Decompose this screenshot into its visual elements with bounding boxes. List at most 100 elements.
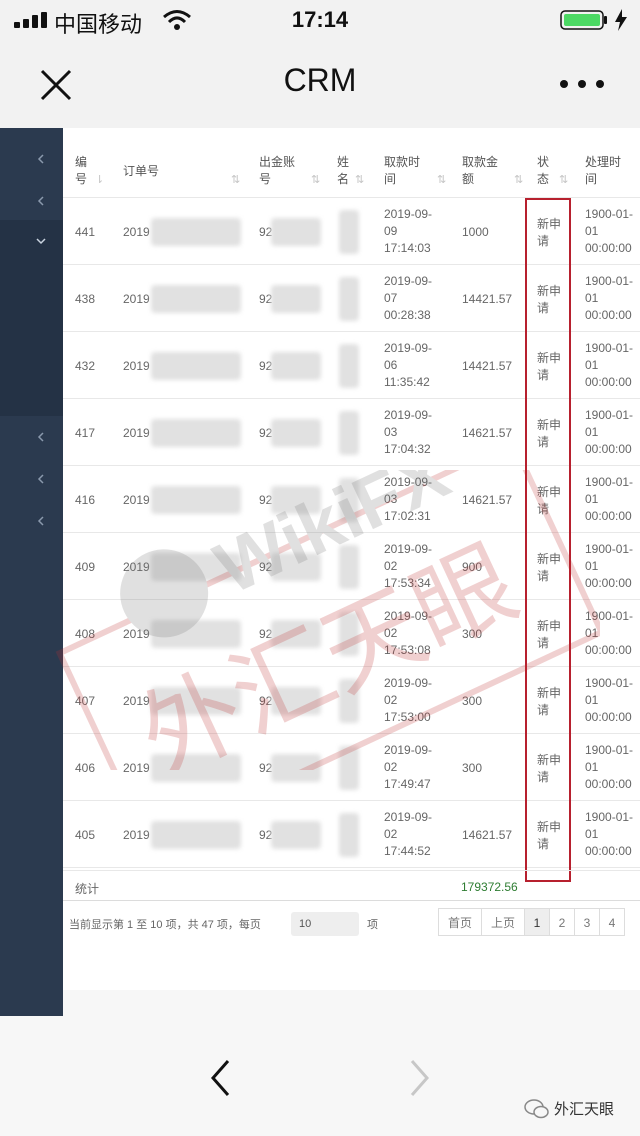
col-header-amount[interactable]: 取款金 额: [462, 154, 498, 188]
col-header-account[interactable]: 出金账 号: [259, 154, 295, 188]
cell-process-line: 00:00:00: [585, 308, 632, 322]
cell-process-line: 1900-01-: [585, 743, 634, 757]
redacted-block: [339, 210, 359, 254]
first-page-button[interactable]: 首页: [438, 908, 482, 936]
cell-process-line: 1900-01-: [585, 341, 634, 355]
cell-process-line: 1900-01-: [585, 676, 634, 690]
page-button-2[interactable]: 2: [549, 908, 575, 936]
cell-id: 432: [75, 359, 96, 373]
redacted-block: [271, 285, 321, 313]
pager-unit: 项: [367, 919, 378, 931]
redacted-block: [339, 411, 359, 455]
cell-time-line: 02: [384, 760, 398, 774]
cell-time-line: 2019-09-: [384, 609, 433, 623]
cell-process-line: 00:00:00: [585, 710, 632, 724]
cell-process-line: 01: [585, 291, 599, 305]
cell-process-line: 1900-01-: [585, 408, 634, 422]
cell-amount: 300: [462, 761, 483, 775]
chevron-left-icon[interactable]: [36, 154, 46, 164]
redacted-block: [271, 553, 321, 581]
status-column-highlight: [525, 198, 571, 882]
col-header-time[interactable]: 取款时 间: [384, 154, 420, 188]
cell-process-line: 1900-01-: [585, 542, 634, 556]
battery-icon: [560, 10, 607, 30]
redacted-block: [151, 821, 241, 849]
chevron-left-icon[interactable]: [36, 196, 46, 206]
redacted-block: [339, 478, 359, 522]
cell-amount: 1000: [462, 225, 489, 239]
cell-time-line: 02: [384, 827, 398, 841]
sidebar: [0, 128, 63, 1016]
sort-icon[interactable]: ⇅: [514, 173, 523, 186]
cell-order: 2019: [123, 359, 150, 373]
chevron-left-icon[interactable]: [36, 432, 46, 442]
redacted-block: [271, 486, 321, 514]
summary-total: 179372.56: [461, 880, 518, 894]
cell-process-line: 01: [585, 827, 599, 841]
cell-time-line: 06: [384, 358, 398, 372]
chevron-down-icon[interactable]: [36, 236, 46, 246]
footer-brand: 外汇天眼: [554, 1101, 615, 1118]
sort-asc-icon[interactable]: ⇂: [95, 173, 104, 186]
col-header-order[interactable]: 订单号: [123, 163, 159, 180]
forward-icon[interactable]: [404, 1058, 434, 1098]
redacted-block: [339, 545, 359, 589]
cell-process-line: 01: [585, 224, 599, 238]
redacted-block: [271, 352, 321, 380]
cell-amount: 900: [462, 560, 483, 574]
sort-icon[interactable]: ⇅: [355, 173, 364, 186]
page-button-1[interactable]: 1: [524, 908, 550, 936]
page-button-3[interactable]: 3: [574, 908, 600, 936]
sort-icon[interactable]: ⇅: [559, 173, 568, 186]
summary-divider: [63, 870, 640, 871]
cell-time-line: 03: [384, 425, 398, 439]
redacted-block: [151, 486, 241, 514]
cell-time-line: 2019-09-: [384, 542, 433, 556]
cell-time-line: 17:53:08: [384, 643, 431, 657]
cell-process-line: 00:00:00: [585, 442, 632, 456]
col-header-process[interactable]: 处理时 间: [585, 154, 621, 188]
redacted-block: [271, 754, 321, 782]
cell-amount: 14421.57: [462, 292, 513, 306]
page-button-4[interactable]: 4: [599, 908, 625, 936]
chevron-left-icon[interactable]: [36, 516, 46, 526]
cell-time-line: 17:49:47: [384, 777, 431, 791]
cell-time-line: 11:35:42: [384, 375, 430, 389]
cell-time-line: 00:28:38: [384, 308, 431, 322]
page-title: CRM: [283, 62, 357, 98]
redacted-block: [339, 746, 359, 790]
back-icon[interactable]: [206, 1058, 236, 1098]
data-table-panel: 编 号 ⇂ 订单号 ⇅ 出金账 号 ⇅ 姓 名 ⇅ 取款时 间 ⇅ 取款金 额 …: [63, 128, 640, 990]
col-header-status[interactable]: 状 态: [537, 154, 549, 188]
cell-amount: 14621.57: [462, 828, 513, 842]
cell-amount: 300: [462, 694, 483, 708]
cell-order: 2019: [123, 292, 150, 306]
cell-amount: 300: [462, 627, 483, 641]
redacted-block: [151, 285, 241, 313]
clock: 17:14: [291, 7, 349, 32]
redacted-block: [151, 553, 241, 581]
sort-icon[interactable]: ⇅: [311, 173, 320, 186]
chevron-left-icon[interactable]: [36, 474, 46, 484]
cell-order: 2019: [123, 493, 150, 507]
cell-time-line: 17:44:52: [384, 844, 431, 858]
cell-time-line: 02: [384, 559, 398, 573]
cell-order: 2019: [123, 761, 150, 775]
more-icon[interactable]: [556, 76, 608, 92]
col-header-id[interactable]: 编 号: [75, 154, 87, 188]
footer-divider: [63, 900, 640, 901]
col-header-name[interactable]: 姓 名: [337, 154, 349, 188]
cell-process-line: 01: [585, 425, 599, 439]
cell-order: 2019: [123, 627, 150, 641]
cell-order: 2019: [123, 426, 150, 440]
sort-icon[interactable]: ⇅: [437, 173, 446, 186]
prev-page-button[interactable]: 上页: [481, 908, 525, 936]
cell-process-line: 1900-01-: [585, 810, 634, 824]
cell-process-line: 00:00:00: [585, 643, 632, 657]
cell-time-line: 2019-09-: [384, 341, 433, 355]
cell-process-line: 01: [585, 693, 599, 707]
cell-process-line: 01: [585, 492, 599, 506]
page-size-select[interactable]: 10: [291, 912, 359, 936]
cell-time-line: 09: [384, 224, 398, 238]
sort-icon[interactable]: ⇅: [231, 173, 240, 186]
